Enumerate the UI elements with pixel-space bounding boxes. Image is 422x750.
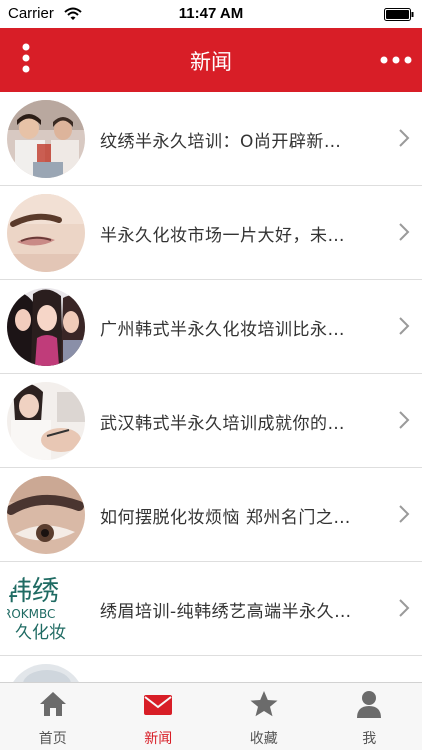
person-icon xyxy=(357,691,382,718)
tab-home[interactable]: 首页 xyxy=(0,683,106,750)
star-icon xyxy=(250,691,278,717)
news-title: 如何摆脱化妆烦恼 郑州名门之… xyxy=(100,508,351,528)
battery-icon xyxy=(384,8,414,21)
tab-news[interactable]: 新闻 xyxy=(106,683,212,750)
news-item[interactable]: 武汉韩式半永久培训成就你的… xyxy=(0,374,422,468)
chevron-right-icon xyxy=(399,129,410,147)
tab-label: 新闻 xyxy=(144,731,173,747)
news-item[interactable]: 纹绣半永久培训：O尚开辟新… xyxy=(0,92,422,186)
news-item[interactable] xyxy=(0,656,422,682)
mail-icon xyxy=(144,695,173,715)
news-title: 纹绣半永久培训：O尚开辟新… xyxy=(100,132,342,152)
news-thumbnail xyxy=(7,288,85,366)
chevron-right-icon xyxy=(399,223,410,241)
chevron-right-icon xyxy=(399,599,410,617)
logo-text: 韩绣 xyxy=(7,576,59,607)
chevron-right-icon xyxy=(399,411,410,429)
status-bar: Carrier 11:47 AM xyxy=(0,0,422,28)
news-title: 半永久化妆市场一片大好，未… xyxy=(100,226,345,246)
chevron-right-icon xyxy=(399,505,410,523)
news-item[interactable]: 韩绣 ROKMBC 久化妆 绣眉培训-纯韩绣艺高端半永久… xyxy=(0,562,422,656)
news-list: 纹绣半永久培训：O尚开辟新… 半永久化妆市场一片大好，未… 广州韩式半永久化妆培… xyxy=(0,92,422,682)
news-thumbnail xyxy=(7,194,85,272)
news-title: 武汉韩式半永久培训成就你的… xyxy=(100,414,345,434)
news-thumbnail xyxy=(7,100,85,178)
tab-label: 首页 xyxy=(38,731,67,747)
horizontal-dots-icon[interactable] xyxy=(376,42,416,78)
news-title: 绣眉培训-纯韩绣艺高端半永久… xyxy=(100,602,352,622)
tab-bar: 首页 新闻 收藏 我 xyxy=(0,682,422,750)
navigation-bar: 新闻 xyxy=(0,28,422,92)
news-title: 广州韩式半永久化妆培训比永… xyxy=(100,320,345,340)
news-thumbnail xyxy=(7,664,85,682)
chevron-right-icon xyxy=(399,317,410,335)
news-thumbnail: 韩绣 ROKMBC 久化妆 xyxy=(7,570,85,648)
news-item[interactable]: 半永久化妆市场一片大好，未… xyxy=(0,186,422,280)
status-time: 11:47 AM xyxy=(178,5,244,22)
tab-favorites[interactable]: 收藏 xyxy=(211,683,317,750)
tab-label: 收藏 xyxy=(249,731,278,747)
news-item[interactable]: 广州韩式半永久化妆培训比永… xyxy=(0,280,422,374)
news-item[interactable]: 如何摆脱化妆烦恼 郑州名门之… xyxy=(0,468,422,562)
home-icon xyxy=(39,692,66,716)
tab-me[interactable]: 我 xyxy=(317,683,422,750)
page-title: 新闻 xyxy=(190,50,232,74)
news-thumbnail xyxy=(7,382,85,460)
news-thumbnail xyxy=(7,476,85,554)
logo-text: 久化妆 xyxy=(15,623,66,643)
logo-text: ROKMBC xyxy=(7,607,55,621)
tab-label: 我 xyxy=(362,731,377,747)
